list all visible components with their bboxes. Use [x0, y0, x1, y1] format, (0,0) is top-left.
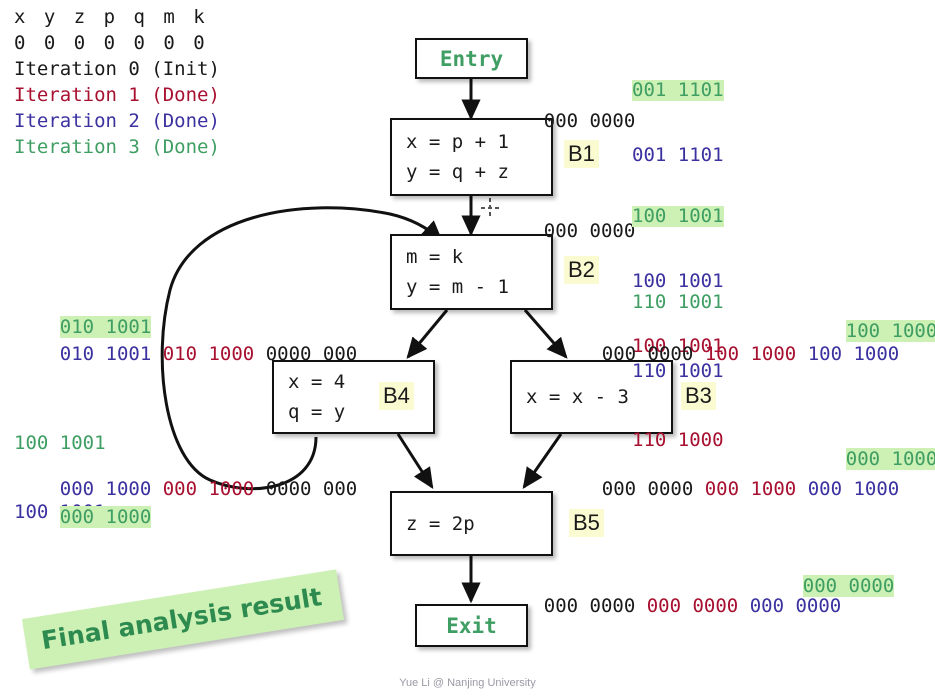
- node-b5-stmt-0: z = 2p: [406, 512, 475, 535]
- legend-iteration-2: Iteration 2 (Done): [14, 110, 220, 132]
- fact-b5-out-row: 000 0000 000 0000 000 0000: [498, 572, 841, 641]
- node-entry-label: Entry: [439, 46, 504, 71]
- fact-gap-5: [693, 343, 704, 365]
- fact-b2-in-iter3: 100 1001: [632, 205, 724, 227]
- fact-b2-to-b3-row: 000 0000 100 1000 100 1000: [556, 320, 899, 389]
- legend-iteration-0: Iteration 0 (Init): [14, 58, 220, 80]
- node-b2-stmt-1: y = m - 1: [406, 276, 509, 298]
- edge-b4-b5: [396, 433, 434, 490]
- fact-b4-out-iter1: 000 1000: [162, 478, 255, 500]
- fact-b3-out-iter1: 000 1000: [704, 478, 797, 500]
- slide-canvas: x y z p q m k 0 0 0 0 0 0 0 Iteration 0 …: [0, 0, 935, 697]
- fact-b5-out-iter2: 000 0000: [749, 595, 842, 617]
- fact-b2-to-b3-iter0: 000 0000: [601, 343, 694, 365]
- fact-b4-in-iter3: 100 1001: [14, 432, 106, 454]
- fact-b1-to-b2: 000 0000: [498, 197, 636, 266]
- legend-initial-bits: 0 0 0 0 0 0 0: [14, 32, 209, 54]
- fact-entry-to-b1-iter0: 000 0000: [543, 110, 636, 132]
- edge-b2-b4: [406, 309, 449, 359]
- node-b1-stmt-1: y = q + z: [406, 161, 509, 183]
- fact-gap-10: [738, 595, 749, 617]
- fact-b4-out-iter3-wrap: 000 1000: [14, 483, 152, 552]
- fact-b2-out-iter3: 110 1001: [632, 291, 724, 313]
- fact-gap-4: [254, 478, 265, 500]
- fact-gap-6: [796, 343, 807, 365]
- footer-attribution: Yue Li @ Nanjing University: [399, 677, 536, 689]
- variable-legend: x y z p q m k 0 0 0 0 0 0 0 Iteration 0 …: [14, 4, 220, 160]
- fact-b2-to-b4-row: 010 1001 010 1000 0000 000: [14, 320, 357, 389]
- blocktag-b4: B4: [379, 382, 414, 410]
- legend-iteration-3: Iteration 3 (Done): [14, 136, 220, 158]
- fact-b5-out-iter1: 000 0000: [646, 595, 739, 617]
- fact-gap-8: [796, 478, 807, 500]
- fact-b2-to-b3-iter2: 100 1000: [807, 343, 900, 365]
- fact-b2-to-b4-iter2: 010 1001: [59, 343, 152, 365]
- node-b5[interactable]: z = 2p: [390, 491, 553, 556]
- node-exit-label: Exit: [446, 613, 497, 638]
- fact-b4-out-iter0: 0000 000: [265, 478, 358, 500]
- fact-b5-out-iter0: 000 0000: [543, 595, 636, 617]
- fact-b3-out-row: 000 0000 000 1000 000 1000: [556, 455, 899, 524]
- legend-variable-names: x y z p q m k: [14, 6, 209, 28]
- fact-gap-1: [151, 343, 162, 365]
- node-entry[interactable]: Entry: [415, 38, 528, 79]
- fact-b3-out-iter0: 000 0000: [601, 478, 694, 500]
- fact-entry-to-b1: 000 0000: [498, 87, 636, 156]
- fact-b2-to-b4-iter1: 010 1000: [162, 343, 255, 365]
- fact-gap-2: [254, 343, 265, 365]
- fact-gap-7: [693, 478, 704, 500]
- fact-b2-out-iter1: 110 1000: [632, 429, 724, 451]
- fact-b2-to-b3-iter1: 100 1000: [704, 343, 797, 365]
- final-analysis-banner: Final analysis result: [21, 569, 344, 670]
- fact-gap-3: [151, 478, 162, 500]
- fact-gap-9: [635, 595, 646, 617]
- legend-iteration-1: Iteration 1 (Done): [14, 84, 220, 106]
- fact-b1-to-b2-iter0: 000 0000: [543, 220, 636, 242]
- fact-b3-out-iter2: 000 1000: [807, 478, 900, 500]
- fact-b4-out-iter3: 000 1000: [59, 506, 152, 528]
- fact-b1-out-iter3: 001 1101: [632, 79, 724, 101]
- fact-b2-to-b4-iter0: 0000 000: [265, 343, 358, 365]
